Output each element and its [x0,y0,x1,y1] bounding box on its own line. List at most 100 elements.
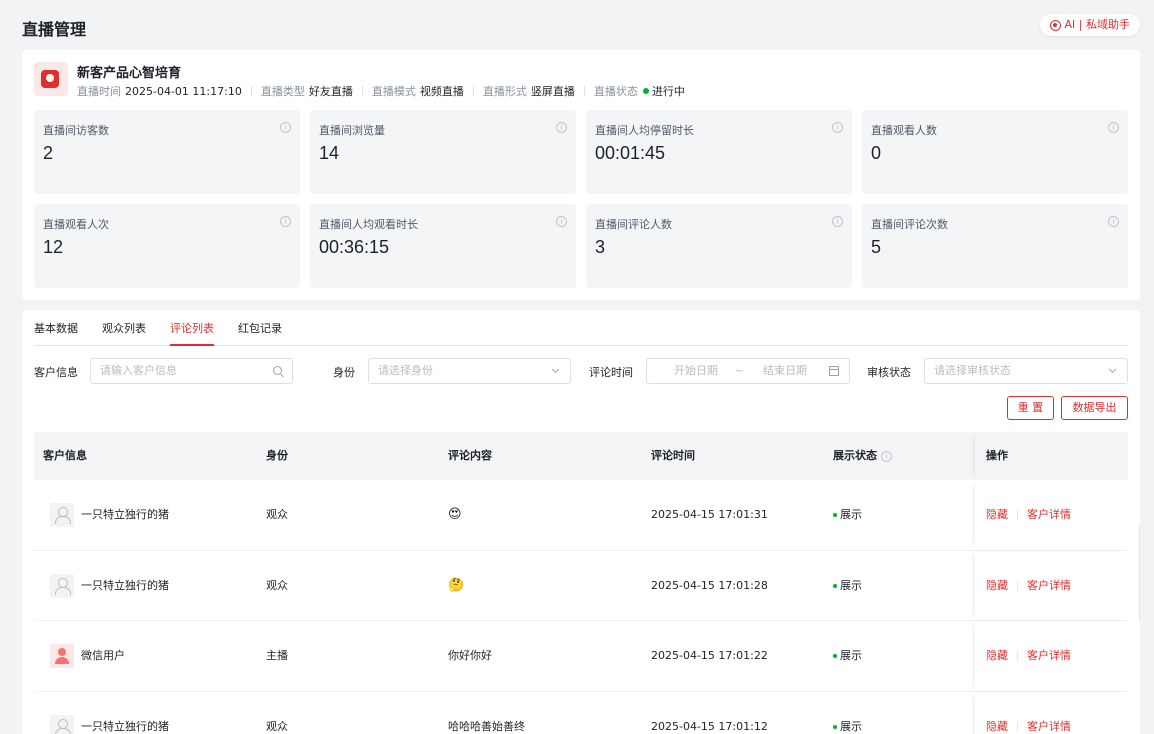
live-name: 新客产品心智培育 [77,66,182,81]
stat-label: 直播间评论人数 [595,218,672,231]
info-icon[interactable]: i [280,122,291,133]
customer-detail-link[interactable]: 客户详情 [1027,720,1071,733]
meta-label: 直播时间 [77,85,121,98]
table-row: 一只特立独行的猪 观众 🤔 2025-04-15 17:01:28 展示 隐藏 客… [34,551,1128,621]
action-group: 隐藏 客户详情 [986,551,1071,621]
tab-basic-data[interactable]: 基本数据 [34,310,78,345]
info-icon[interactable]: i [1108,216,1119,227]
divider [250,86,252,96]
info-icon[interactable]: i [881,450,892,462]
stat-card: 直播间人均停留时长 i 00:01:45 [586,110,852,194]
meta-value: 竖屏直播 [530,85,575,98]
status-text: 展示 [840,508,862,521]
hide-link[interactable]: 隐藏 [986,720,1008,733]
comment-time: 2025-04-15 17:01:12 [651,719,768,733]
status-dot-icon [833,513,837,517]
meta-value: 好友直播 [308,85,353,98]
audit-status-select[interactable]: 请选择审核状态 [924,358,1128,384]
tab-comment-list[interactable]: 评论列表 [170,310,214,346]
col-content: 评论内容 [448,449,492,462]
user-name: 微信用户 [81,649,125,662]
col-actions: 操作 [986,449,1008,462]
avatar [50,573,74,598]
identity-cell: 观众 [266,719,288,733]
info-icon[interactable]: i [832,122,843,133]
hide-link[interactable]: 隐藏 [986,649,1008,662]
hide-link[interactable]: 隐藏 [986,508,1008,521]
chevron-down-icon [1108,365,1117,374]
info-icon[interactable]: i [1108,122,1119,133]
tab-red-packet[interactable]: 红包记录 [238,310,282,345]
identity-filter-label: 身份 [333,366,355,379]
col-status: 展示状态 i [833,432,892,480]
info-icon[interactable]: i [556,122,567,133]
comment-content: 哈哈哈善始善终 [448,719,525,733]
status-cell: 展示 [833,480,862,550]
stat-card: 直播间评论次数 i 5 [862,204,1128,288]
comment-time: 2025-04-15 17:01:28 [651,578,768,592]
export-button[interactable]: 数据导出 [1061,396,1128,420]
col-status-label: 展示状态 [833,449,877,462]
user-name: 一只特立独行的猪 [81,578,169,592]
stat-label: 直播观看人数 [871,124,937,137]
reset-button[interactable]: 重 置 [1007,396,1054,420]
stat-value: 00:01:45 [595,143,666,163]
stat-value: 14 [319,143,340,163]
comment-content: 你好你好 [448,649,492,662]
customer-search-placeholder: 请输入客户信息 [100,364,177,377]
table-row: 一只特立独行的猪 观众 哈哈哈善始善终 2025-04-15 17:01:12 … [34,692,1128,734]
calendar-icon [829,366,839,376]
customer-search-input[interactable]: 请输入客户信息 [90,358,293,384]
tab-audience-list[interactable]: 观众列表 [102,310,146,345]
live-meta: 直播时间 2025-04-01 11:17:10 直播类型 好友直播 直播模式 … [77,83,685,99]
table-header: 客户信息 身份 评论内容 评论时间 展示状态 i 操作 [34,432,1128,480]
date-range-picker[interactable]: 开始日期 ~ 结束日期 [646,358,850,384]
ai-assistant-button[interactable]: AI | 私域助手 [1039,14,1140,36]
info-icon[interactable]: i [556,216,567,227]
divider [1017,651,1018,661]
action-cell: 隐藏 客户详情 [975,692,1128,734]
customer-detail-link[interactable]: 客户详情 [1027,649,1071,662]
action-group: 隐藏 客户详情 [986,692,1071,734]
info-icon[interactable]: i [280,216,291,227]
meta-label: 直播类型 [260,85,305,98]
stat-label: 直播观看人次 [43,218,109,231]
stat-label: 直播间人均观看时长 [319,218,418,231]
stat-value: 3 [595,237,606,257]
stat-value: 0 [871,143,882,163]
customer-detail-link[interactable]: 客户详情 [1027,508,1071,521]
scrollbar[interactable] [1139,526,1140,622]
end-date-placeholder: 结束日期 [763,364,807,377]
filter-bar: 客户信息 请输入客户信息 身份 请选择身份 评论时间 开始日期 ~ 结束日期 审… [34,358,1128,384]
divider [472,86,474,96]
stat-value: 2 [43,143,54,163]
table-row: 一只特立独行的猪 观众 😍 2025-04-15 17:01:31 展示 隐藏 客… [34,480,1128,551]
meta-value: 2025-04-01 11:17:10 [125,84,242,98]
action-cell: 隐藏 客户详情 [975,551,1128,621]
status-cell: 展示 [833,692,862,734]
action-cell: 隐藏 客户详情 [975,621,1128,691]
status-dot-icon [833,724,837,729]
comment-content: 🤔 [448,577,465,593]
chevron-down-icon [551,365,560,374]
hide-link[interactable]: 隐藏 [986,579,1008,592]
info-icon[interactable]: i [832,216,843,227]
identity-select[interactable]: 请选择身份 [368,358,571,384]
action-group: 隐藏 客户详情 [986,621,1071,691]
customer-detail-link[interactable]: 客户详情 [1027,579,1071,592]
stat-label: 直播间人均停留时长 [595,124,694,137]
stat-value: 00:36:15 [319,237,390,257]
tab-bar: 基本数据 观众列表 评论列表 红包记录 [34,310,1128,346]
identity-cell: 观众 [266,508,288,521]
range-separator: ~ [735,364,745,377]
status-text: 展示 [840,649,862,662]
audit-status-placeholder: 请选择审核状态 [934,364,1011,377]
live-overview-card: 新客产品心智培育 直播时间 2025-04-01 11:17:10 直播类型 好… [22,50,1140,300]
ai-assistant-label: AI | 私域助手 [1064,18,1130,31]
status-cell: 展示 [833,551,862,621]
status-text: 展示 [840,719,862,733]
stat-label: 直播间浏览量 [319,124,385,137]
customer-filter-label: 客户信息 [34,366,78,379]
comment-time: 2025-04-15 17:01:22 [651,649,768,662]
identity-select-placeholder: 请选择身份 [378,364,433,377]
